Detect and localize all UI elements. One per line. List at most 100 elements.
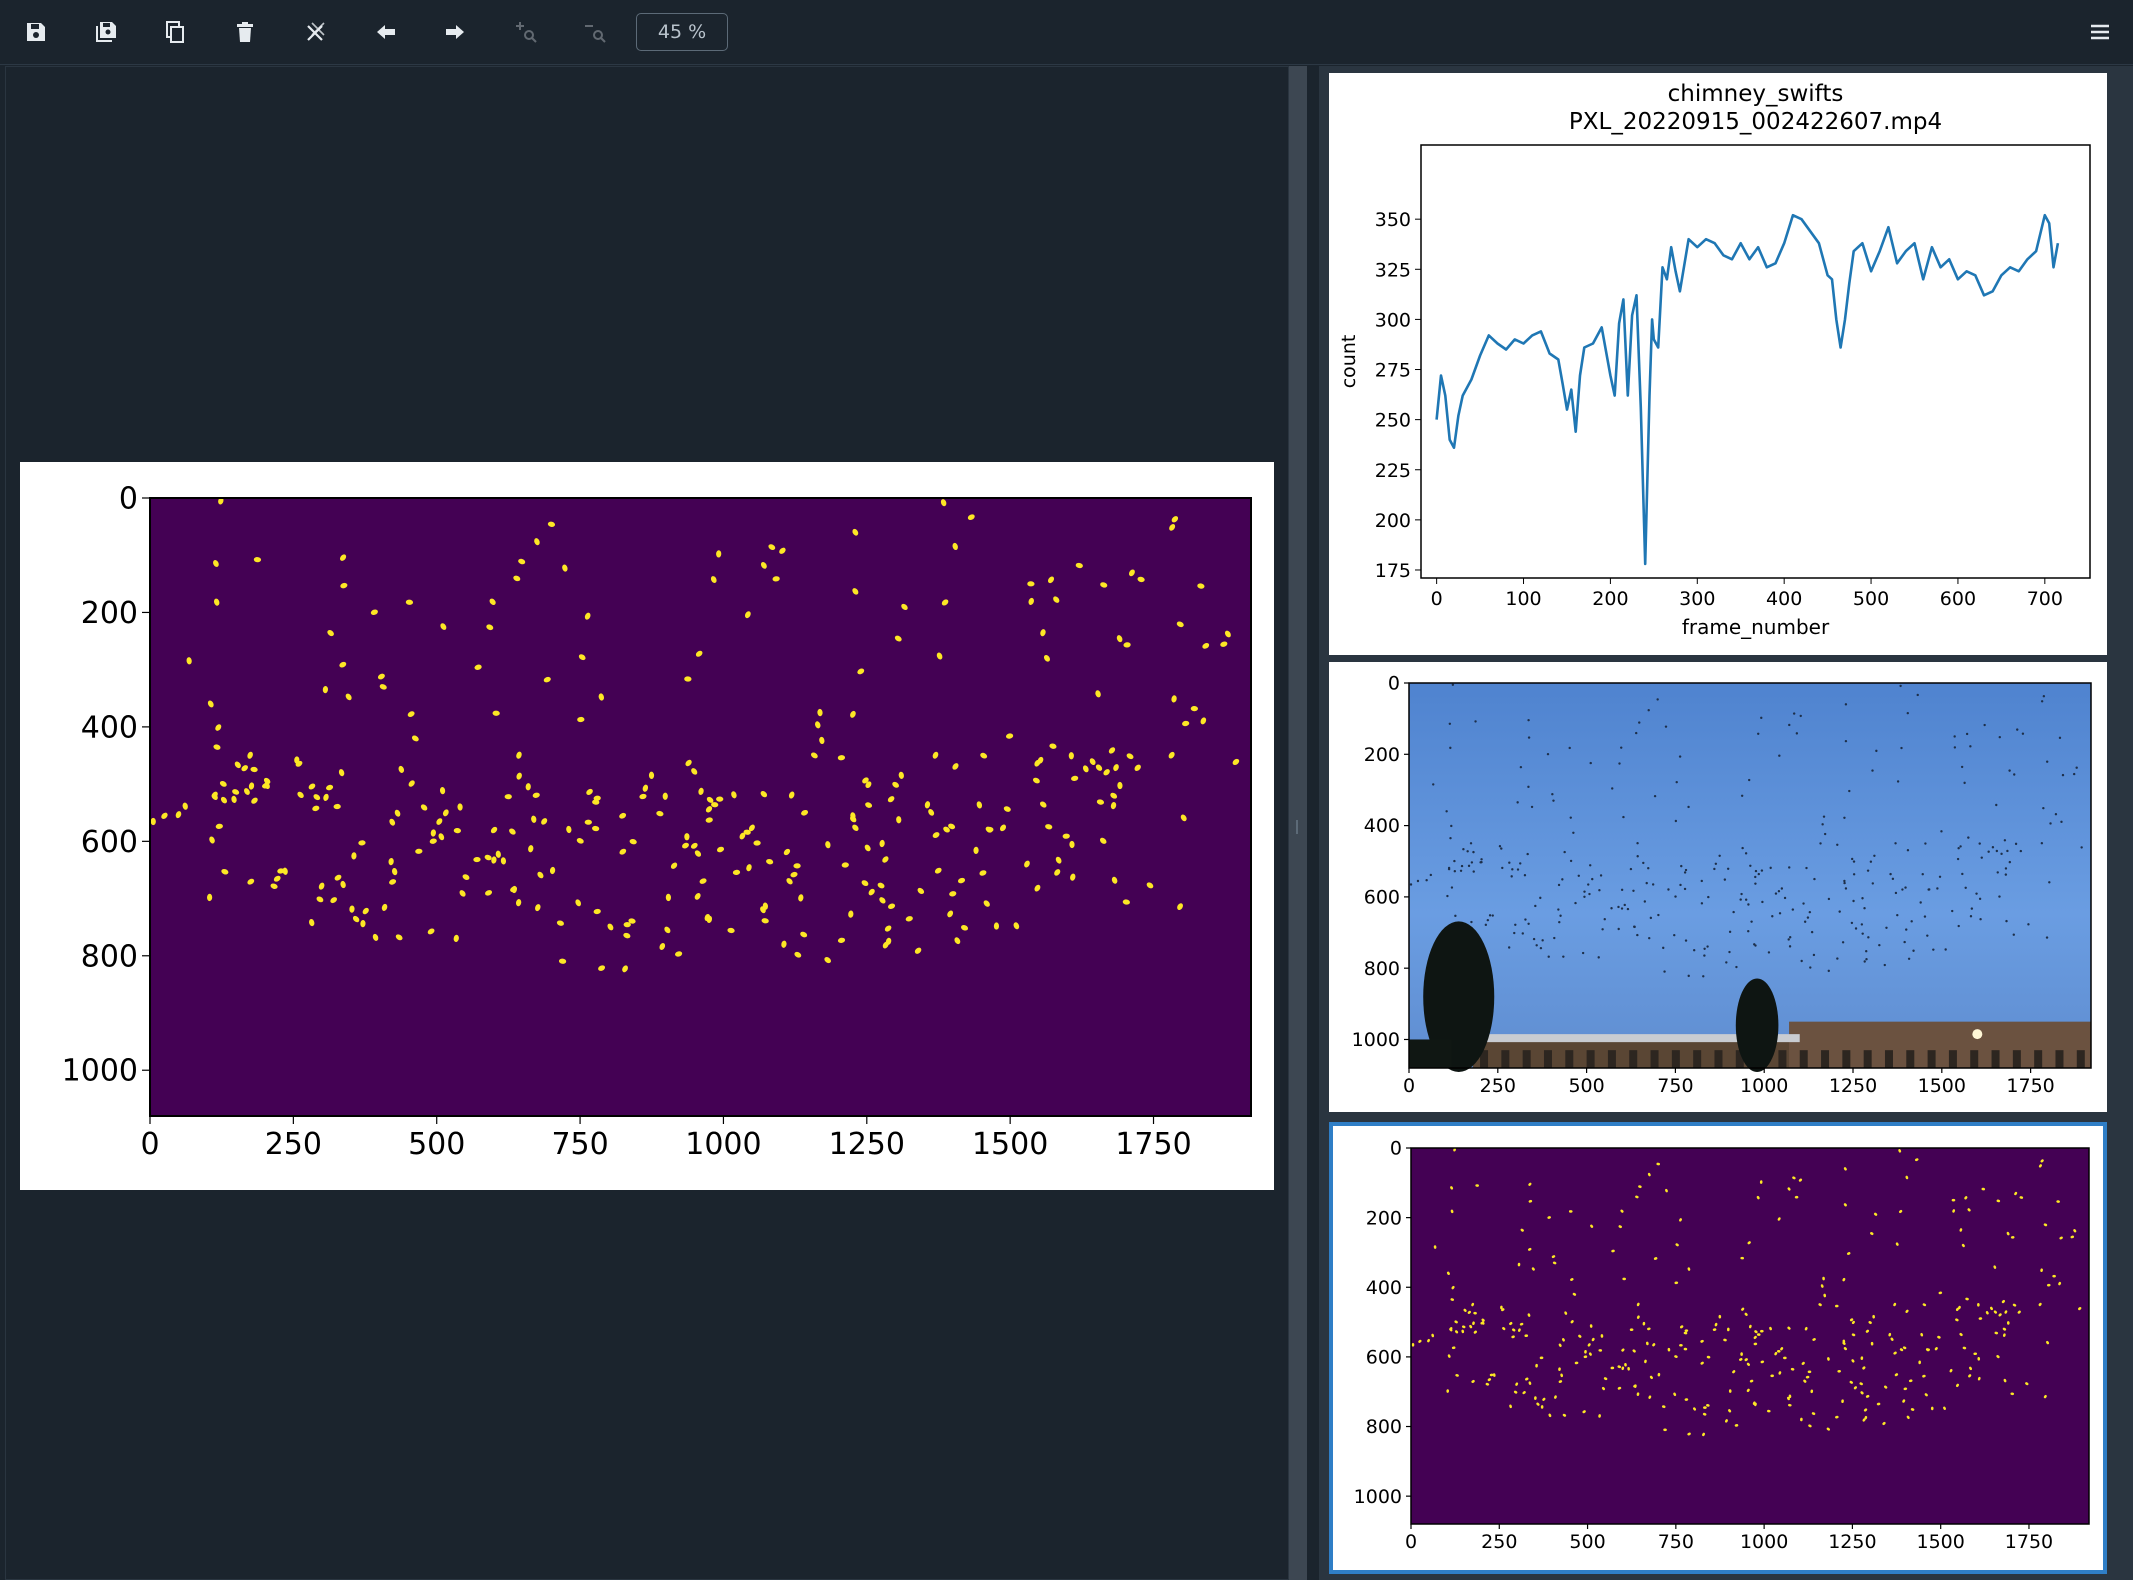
bird-dot [1819,842,1822,845]
bird-dot [2040,842,2044,845]
bird-dot [1924,842,1927,845]
bird-dot [1928,888,1931,891]
bird-dot [1516,868,1520,871]
x-tick-label: 700 [2027,588,2063,610]
bird-dot [1901,888,1904,891]
y-tick-label: 1000 [62,1054,138,1089]
x-tick-label: 0 [1403,1075,1415,1097]
hamburger-icon[interactable] [2080,14,2120,50]
save-all-icon[interactable] [83,12,129,52]
bird-dot [1836,957,1839,960]
bird-dot [1447,867,1451,871]
bird-dot [1454,914,1457,918]
bird-dot [1432,783,1435,786]
main-scrollbar[interactable] [1289,66,1307,1580]
trash-icon[interactable] [222,12,268,52]
bird-dot [1926,934,1929,937]
bird-dot [1959,845,1962,848]
bird-dot [1854,927,1858,930]
bird-dot [2058,736,2062,740]
bird-dot [2049,822,2052,825]
bird-dot [1479,861,1482,864]
bird-dot [1905,928,1908,931]
x-tick-label: 1750 [2006,1075,2054,1097]
thumbnail-mask-selected[interactable]: 0 250 500 750 1000 1250 1500 1750 0 200 400 600 800 1… [1329,1122,2107,1574]
bird-dot [1838,910,1841,913]
arrow-right-icon[interactable] [432,12,478,52]
bird-dot [1647,709,1650,712]
bird-dot [1563,850,1566,854]
y-tick-label: 300 [1375,309,1411,331]
bird-dot [1622,815,1625,819]
bird-dot [1747,903,1750,906]
bird-dot [1603,917,1606,921]
bird-dot [1865,957,1868,961]
video-frame-plot: 0 250 500 750 1000 1250 1500 1750 0 200 400 600 800 1… [1352,673,2092,1097]
bird-dot [1472,850,1475,854]
bird-dot [1472,870,1475,873]
thumbnail-video-frame[interactable]: 0 250 500 750 1000 1250 1500 1750 0 200 400 600 800 1… [1329,662,2107,1112]
bird-dot [1649,916,1653,920]
save-icon[interactable] [13,12,59,52]
bird-dot [2060,820,2063,824]
bird-dot [1598,889,1601,892]
bird-dot [1813,877,1816,881]
bird-dot [1740,892,1743,896]
bird-dot [1541,939,1544,942]
bird-dot [1562,955,1565,958]
bird-dot [1844,739,1848,743]
building-window [1714,1050,1723,1068]
bird-dot [1809,966,1812,969]
bird-dot [1965,732,1969,736]
building-right [1789,1021,2091,1068]
bird-dot [1469,842,1473,845]
panel-splitter[interactable] [1307,66,1319,1580]
building-window [1629,1050,1638,1068]
bird-dot [1871,769,1874,772]
bird-dot [1527,922,1530,925]
zoom-out-icon[interactable] [572,12,618,52]
bird-dot [1656,698,1659,701]
x-tick-label: 300 [1679,588,1715,610]
bird-dot [1680,864,1683,868]
bird-dot [1810,930,1814,934]
bird-dot [1620,746,1623,749]
x-tick-label: 750 [551,1127,608,1162]
bird-dot [1726,867,1730,871]
bird-dot [1983,723,1986,727]
bird-dot [2004,873,2008,876]
building-window [1586,1050,1595,1068]
bird-dot [1539,946,1543,950]
y-tick-label: 800 [81,939,138,974]
splitter-grip[interactable] [1296,820,1298,834]
bird-dot [1498,845,1502,848]
bird-dot [1995,803,1998,807]
y-tick-label: 800 [1364,958,1400,980]
bird-dot [1900,746,1903,750]
thumbnail-line-chart[interactable]: chimney_swifts PXL_20220915_002422607.mp4… [1329,73,2107,655]
bird-blob [623,922,631,928]
line-chart: chimney_swiftsPXL_20220915_002422607.mp4… [1338,81,2091,639]
side-scrollbar[interactable] [2119,66,2133,1580]
zoom-in-icon[interactable] [503,12,549,52]
bird-dot [2042,695,2046,698]
bird-dot [2054,813,2058,816]
bird-dot [1741,846,1744,850]
arrow-left-icon[interactable] [363,12,409,52]
bird-dot [1519,862,1522,865]
bird-dot [1638,721,1641,724]
x-tick-label: 1500 [1918,1075,1966,1097]
bird-dot [1969,745,1972,748]
building-window [1778,1050,1787,1068]
building-window [1842,1050,1851,1068]
building-window [1927,1050,1936,1068]
bird-dot [1894,891,1898,895]
bird-dot [2075,766,2078,769]
bird-dot [1678,755,1682,758]
bird-dot [1754,869,1758,873]
bird-dot [1557,883,1561,887]
bird-dot [1836,843,1839,846]
zoom-level[interactable]: 45 % [636,13,728,51]
close-all-icon[interactable] [293,12,339,52]
copy-icon[interactable] [152,12,198,52]
